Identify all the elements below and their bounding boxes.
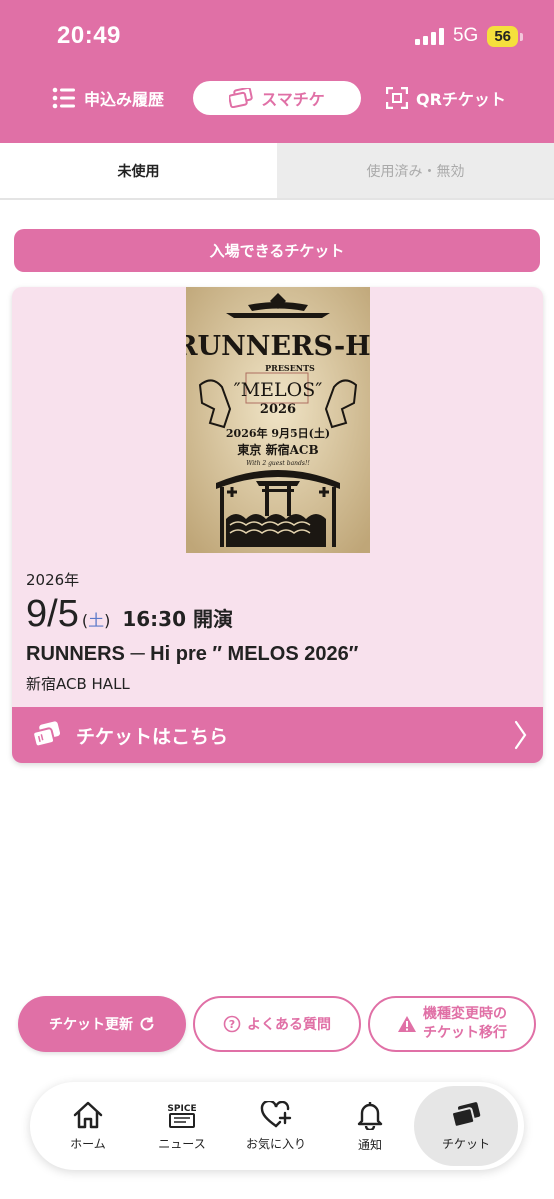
refresh-tickets-button[interactable]: チケット更新 (18, 996, 186, 1052)
svg-text:?: ? (229, 1018, 235, 1031)
history-tab-label: 申込み履歴 (84, 90, 165, 109)
poster-event: ″MELOS″ (234, 379, 323, 401)
tab-notifications-label: 通知 (357, 1137, 382, 1152)
smart-ticket-tab-label: スマチケ (261, 90, 325, 109)
battery-icon: 56 (487, 25, 523, 47)
device-transfer-button[interactable]: 機種変更時の チケット移行 (368, 996, 536, 1052)
tab-favorites[interactable]: お気に入り (230, 1086, 322, 1166)
bottom-tab-bar: ホーム SPICE ニュース お気に入り 通知 チケット (30, 1082, 524, 1170)
event-venue: 新宿ACB HALL (26, 675, 130, 693)
news-icon: SPICE (167, 1104, 197, 1128)
smart-ticket-tab[interactable]: スマチケ (193, 81, 361, 115)
poster-date: 2026年 9月5日(土) (226, 426, 330, 440)
ticket-card[interactable]: RUNNERS-Hi PRESENTS ″MELOS″ 2026 2026年 9… (12, 287, 543, 763)
view-ticket-button[interactable]: チケットはこちら (12, 707, 543, 763)
event-title: RUNNERS ─ Hi pre ″ MELOS 2026″ (26, 643, 359, 665)
event-date: 9/5 (26, 593, 79, 635)
event-weekday: (土) (81, 611, 111, 630)
heart-plus-icon (260, 1100, 292, 1127)
faq-label: よくある質問 (247, 1017, 331, 1033)
tab-home-label: ホーム (70, 1136, 106, 1151)
faq-button[interactable]: ? よくある質問 (193, 996, 361, 1052)
ticket-status-tabs: 未使用 使用済み・無効 (0, 143, 554, 200)
warning-icon (398, 1016, 416, 1032)
tab-tickets-label: チケット (441, 1136, 490, 1151)
poster-venue: 東京 新宿ACB (237, 442, 318, 457)
qr-scan-icon (386, 87, 408, 109)
poster-band: RUNNERS-Hi (186, 331, 370, 362)
signal-icon (414, 27, 444, 45)
network-label: 5G (452, 25, 479, 46)
refresh-icon (140, 1016, 154, 1031)
event-start-time: 16:30 開演 (122, 607, 233, 631)
history-tab[interactable]: 申込み履歴 (52, 81, 164, 115)
top-nav: 申込み履歴 スマチケ QRチケット (0, 81, 554, 115)
tab-used-invalid[interactable]: 使用済み・無効 (277, 143, 554, 198)
status-indicators: 5G 56 (414, 25, 523, 47)
event-date-row: 9/5 (土) 16:30 開演 (26, 593, 233, 636)
chevron-right-icon (514, 720, 527, 750)
home-icon (73, 1101, 103, 1128)
ticket-icon (229, 88, 253, 108)
bell-icon (357, 1101, 383, 1130)
view-ticket-label: チケットはこちら (76, 725, 229, 748)
tab-news-label: ニュース (158, 1136, 206, 1151)
device-transfer-label: 機種変更時の チケット移行 (423, 1006, 507, 1041)
poster-guests: With 2 guest bands!! (246, 460, 310, 467)
tab-home[interactable]: ホーム (42, 1086, 134, 1166)
qr-ticket-tab-label: QRチケット (416, 90, 506, 109)
refresh-tickets-label: チケット更新 (49, 1017, 133, 1033)
tab-favorites-label: お気に入り (245, 1136, 306, 1151)
ticket-icon (32, 721, 61, 748)
svg-text:SPICE: SPICE (167, 1104, 196, 1114)
event-poster: RUNNERS-Hi PRESENTS ″MELOS″ 2026 2026年 9… (186, 287, 370, 553)
tickets-icon (451, 1101, 481, 1128)
poster-presents: PRESENTS (265, 363, 315, 373)
tab-notifications[interactable]: 通知 (324, 1086, 416, 1166)
status-time: 20:49 (57, 22, 121, 49)
tab-unused[interactable]: 未使用 (0, 143, 277, 198)
poster-year: 2026 (260, 402, 296, 417)
list-icon (52, 87, 75, 109)
tab-news[interactable]: SPICE ニュース (136, 1086, 228, 1166)
app-header: 20:49 5G 56 申込み履歴 スマチケ QRチケット (0, 0, 554, 143)
event-year: 2026年 (26, 571, 80, 589)
action-buttons: チケット更新 ? よくある質問 機種変更時の チケット移行 (0, 996, 554, 1052)
section-title: 入場できるチケット (14, 229, 540, 272)
tab-tickets[interactable]: チケット (414, 1086, 518, 1166)
question-circle-icon: ? (223, 1015, 241, 1033)
qr-ticket-tab[interactable]: QRチケット (386, 81, 506, 115)
